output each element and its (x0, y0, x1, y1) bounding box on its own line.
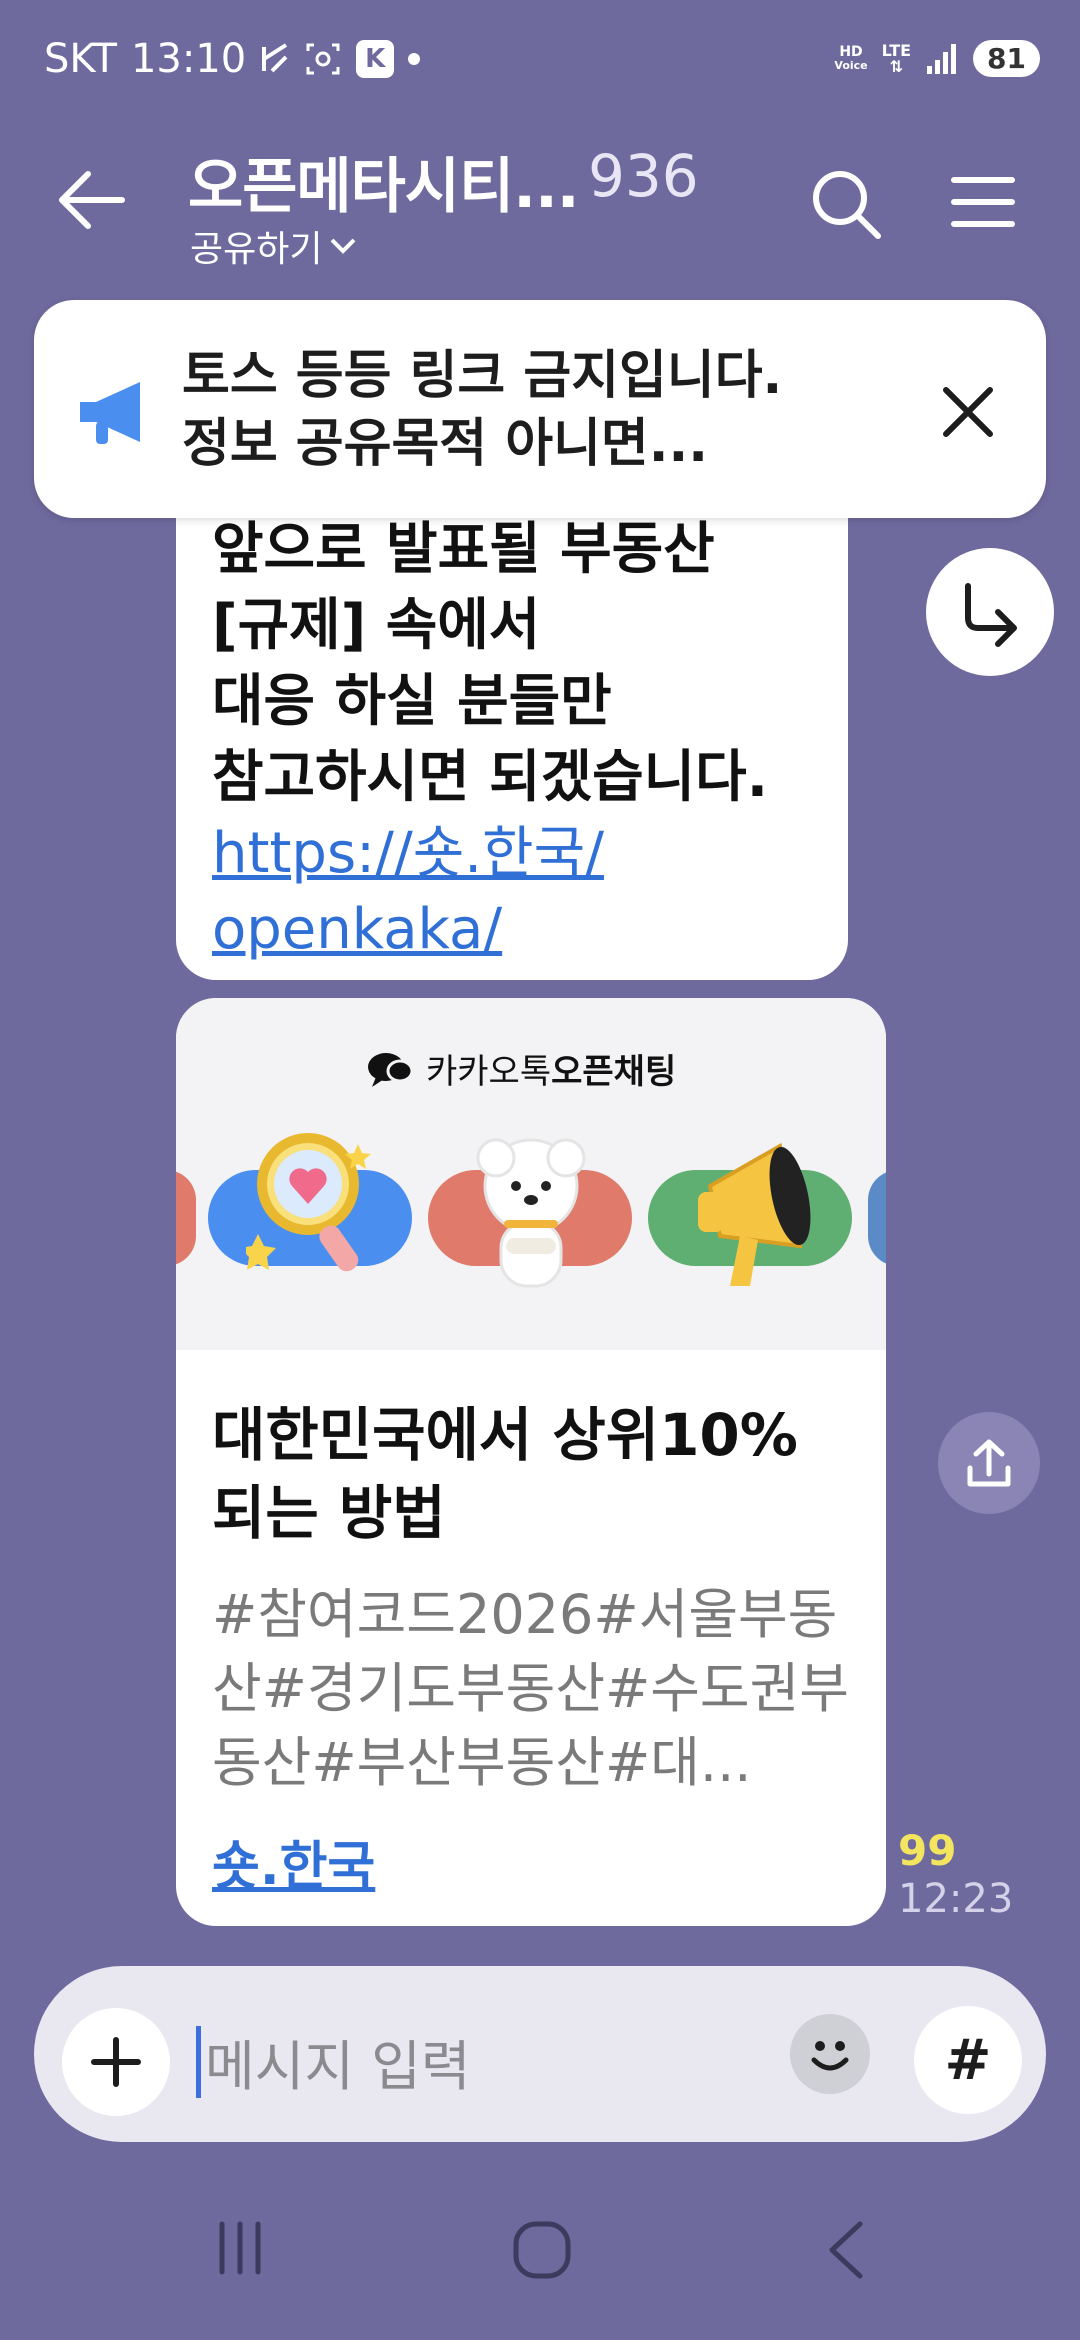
notice-banner[interactable]: 토스 등등 링크 금지입니다. 정보 공유목적 아니면... (34, 300, 1046, 518)
kakao-brand: 카카오톡 오픈채팅 (366, 1044, 676, 1093)
megaphone-mascot-icon (698, 1142, 811, 1286)
text-caret (196, 2025, 201, 2098)
pill-right-edge (868, 1170, 886, 1266)
share-dropdown[interactable]: 공유하기 (190, 220, 358, 272)
message-input[interactable]: 메시지 입력 (196, 2022, 471, 2101)
card-title: 대한민국에서 상위10% 되는 방법 (212, 1401, 798, 1547)
close-icon[interactable] (936, 380, 1000, 444)
card-tags: #참여코드2026#서울부동산#경기도부동산#수도권부동산#부산부동산#대... (212, 1583, 849, 1794)
chat-bubble[interactable]: 앞으로 발표될 부동산 [규제] 속에서 대응 하실 분들만 참고하시면 되겠습… (176, 470, 848, 980)
attach-button[interactable] (62, 2008, 170, 2116)
message-line: 앞으로 발표될 부동산 (212, 517, 715, 582)
member-count: 936 (588, 142, 699, 210)
pill-left-edge (176, 1170, 196, 1266)
talk-bubble-icon (368, 1052, 414, 1087)
hd-voice-indicator: HD Voice (834, 45, 867, 73)
message-line: [규제] 속에서 (212, 593, 541, 658)
unread-count: 99 (898, 1826, 957, 1875)
nfc-icon (262, 43, 288, 73)
nav-back-icon[interactable] (820, 2218, 870, 2282)
brand-bold: 오픈채팅 (551, 1052, 677, 1092)
smiley-icon (811, 2041, 849, 2071)
notice-line: 정보 공유목적 아니면... (182, 414, 709, 474)
input-placeholder: 메시지 입력 (205, 2035, 471, 2098)
battery-indicator: 81 (973, 40, 1040, 77)
clock: 13:10 (130, 36, 247, 82)
magnifier-heart-icon (246, 1133, 371, 1272)
carrier-label: SKT (44, 36, 117, 82)
back-arrow-icon[interactable] (52, 160, 132, 240)
message-link[interactable]: https://숏.한국/ (212, 816, 768, 892)
notice-line: 토스 등등 링크 금지입니다. (182, 346, 783, 406)
hashtag-button[interactable]: # (914, 2006, 1022, 2114)
search-icon[interactable] (808, 166, 884, 242)
chevron-down-icon (331, 238, 356, 254)
message-time: 12:23 (898, 1876, 1014, 1922)
lte-arrows-icon: ⇅ (889, 56, 904, 76)
message-line: 참고하시면 되겠습니다. (212, 745, 768, 810)
status-left: SKT 13:10 K (44, 36, 421, 82)
voice-label: Voice (834, 58, 868, 72)
recent-apps-icon[interactable] (210, 2218, 270, 2278)
signal-icon (927, 43, 957, 74)
status-bar: SKT 13:10 K HD Voice LTE ⇅ 81 (0, 0, 1080, 120)
puppy-mascot-icon (476, 1138, 586, 1288)
emoji-button[interactable] (790, 2014, 870, 2094)
home-icon[interactable] (510, 2218, 574, 2282)
share-button[interactable] (938, 1412, 1040, 1514)
hd-label: HD (839, 43, 863, 60)
message-input-bar: 메시지 입력 # (34, 1966, 1046, 2142)
brand-prefix: 카카오톡 (426, 1052, 552, 1092)
status-right: HD Voice LTE ⇅ 81 (834, 40, 1040, 77)
k-badge: K (356, 40, 395, 78)
openchat-card[interactable]: 카카오톡 오픈채팅 대한민국에서 상위10% 되는 방법 #참여코드2026#서… (176, 998, 886, 1926)
card-banner: 카카오톡 오픈채팅 (176, 998, 886, 1350)
plus-icon (91, 2037, 141, 2087)
forward-button[interactable] (926, 548, 1054, 676)
share-label: 공유하기 (190, 229, 323, 270)
lte-indicator: LTE ⇅ (882, 42, 911, 76)
megaphone-icon (80, 382, 140, 444)
card-link[interactable]: 숏.한국 (212, 1824, 375, 1899)
message-link-continued[interactable]: openkaka/ (212, 892, 768, 968)
message-text: 앞으로 발표될 부동산 [규제] 속에서 대응 하실 분들만 참고하시면 되겠습… (212, 512, 768, 968)
share-upload-icon (967, 1439, 1011, 1487)
forward-arrow-icon (965, 583, 1017, 647)
notice-text: 토스 등등 링크 금지입니다. 정보 공유목적 아니면... (182, 342, 782, 478)
screenshot-icon (306, 43, 340, 75)
chat-title[interactable]: 오픈메타시티... (188, 138, 580, 225)
message-line: 대응 하실 분들만 (212, 669, 612, 734)
menu-icon[interactable] (950, 172, 1016, 232)
notification-dot (408, 53, 421, 65)
